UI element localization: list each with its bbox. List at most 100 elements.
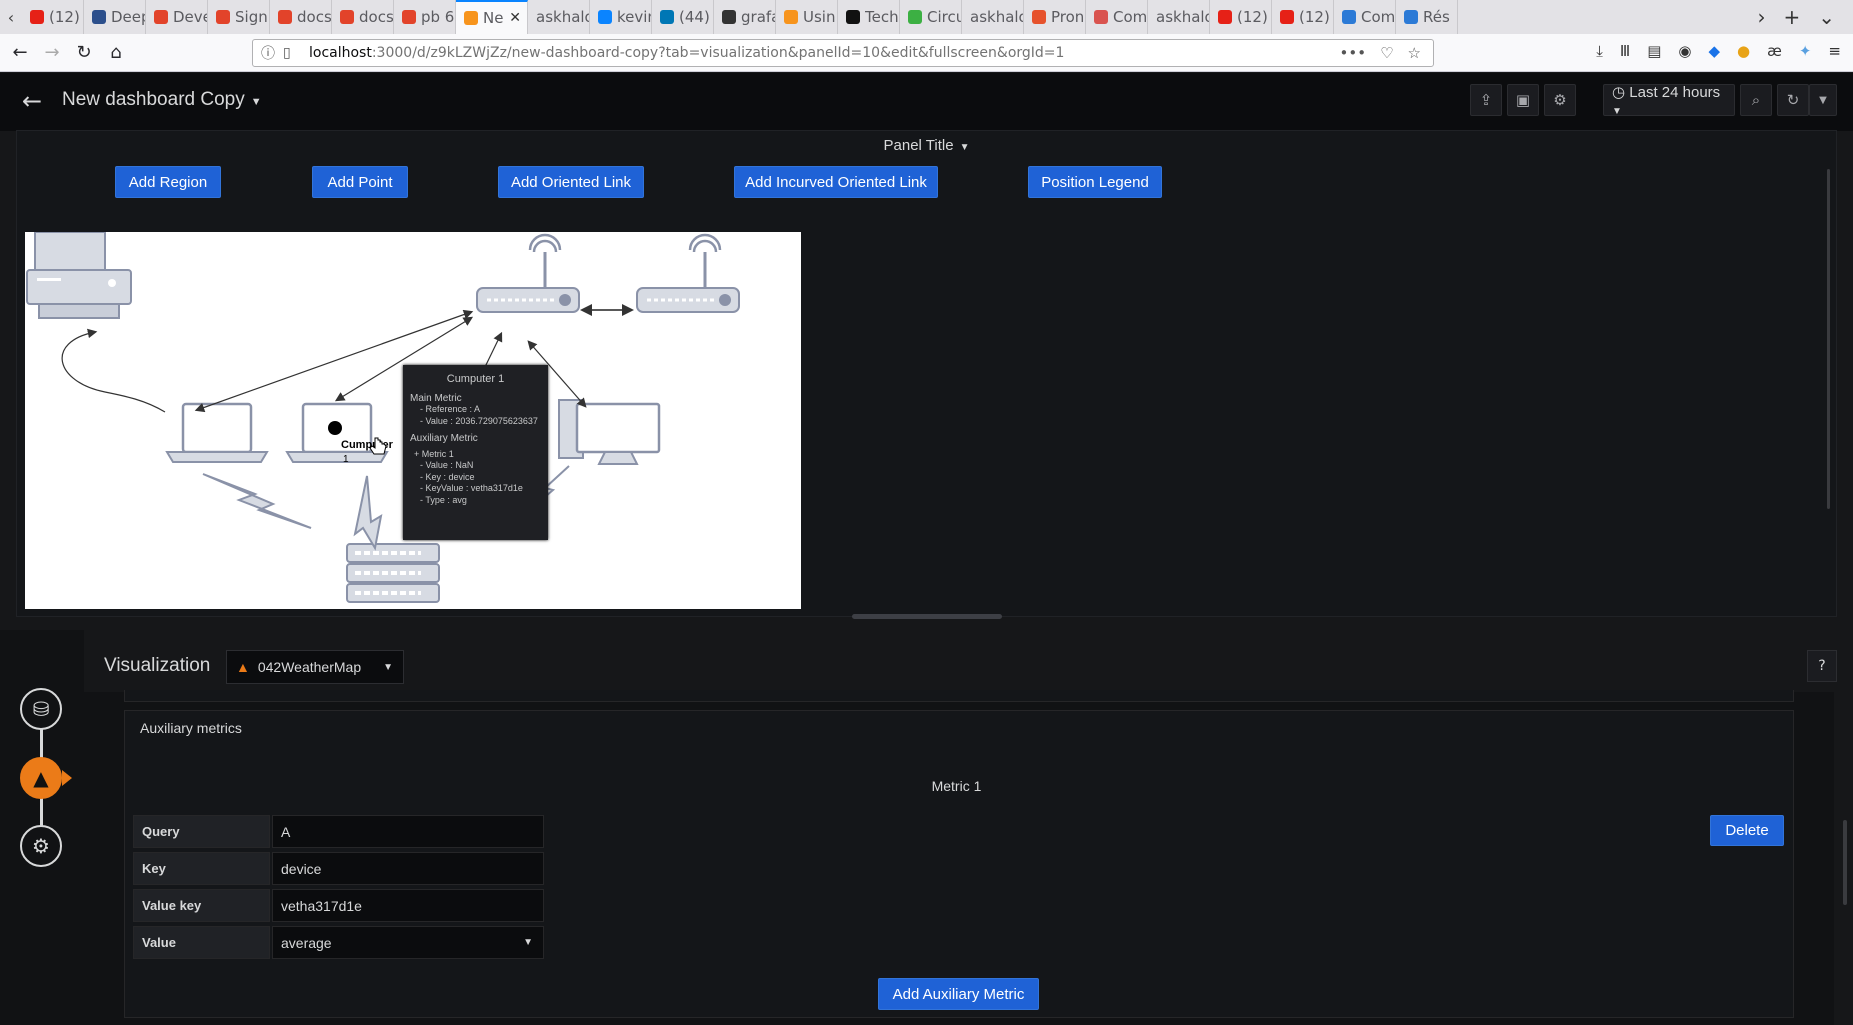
browser-tab[interactable]: askhalog <box>962 0 1024 34</box>
extension-icon[interactable]: ◆ <box>1708 42 1720 60</box>
add-auxiliary-metric-button[interactable]: Add Auxiliary Metric <box>878 978 1039 1010</box>
key-input[interactable]: device <box>272 852 544 885</box>
menu-icon[interactable]: ≡ <box>1828 42 1841 60</box>
database-icon[interactable]: ⛁ <box>20 688 62 730</box>
page-actions-icon[interactable]: ••• <box>1340 44 1367 62</box>
browser-tab[interactable]: kevin <box>590 0 652 34</box>
browser-tab[interactable]: Com <box>1334 0 1396 34</box>
map-node-label-line2: 1 <box>343 454 349 465</box>
query-input[interactable]: A <box>272 815 544 848</box>
printer-icon[interactable] <box>26 232 132 319</box>
browser-tab[interactable]: (44) <box>652 0 714 34</box>
browser-tab[interactable]: Tech <box>838 0 900 34</box>
browser-tab[interactable]: Usin <box>776 0 838 34</box>
time-range-picker[interactable]: ◷ Last 24 hours ▼ <box>1603 84 1735 117</box>
server-icon[interactable] <box>346 543 440 603</box>
add-incurved-oriented-link-button[interactable]: Add Incurved Oriented Link <box>734 166 938 198</box>
browser-tab[interactable]: docs <box>270 0 332 34</box>
link-server-router[interactable] <box>484 331 503 368</box>
home-icon[interactable]: ⌂ <box>100 42 132 63</box>
refresh-icon[interactable]: ↻ <box>1777 84 1809 116</box>
tab-label: grafa <box>741 8 775 26</box>
browser-tab[interactable]: (12) <box>22 0 84 34</box>
tab-scroll-right-icon[interactable]: › <box>1757 5 1765 29</box>
delete-button[interactable]: Delete <box>1710 815 1784 846</box>
browser-tab[interactable]: (12) <box>1272 0 1334 34</box>
settings-gear-icon[interactable]: ⚙ <box>1544 84 1576 116</box>
browser-tab[interactable]: grafa <box>714 0 776 34</box>
browser-tab[interactable]: Deep <box>84 0 146 34</box>
info-icon[interactable]: ⓘ <box>261 43 275 63</box>
desktop-icon[interactable] <box>558 399 661 465</box>
reload-icon[interactable]: ↻ <box>68 42 100 63</box>
new-tab-icon[interactable]: + <box>1783 5 1800 29</box>
panel-resize-handle[interactable] <box>852 614 1002 619</box>
panel-title[interactable]: Panel Title ▼ <box>17 137 1836 154</box>
pocket-icon[interactable]: ♡ <box>1380 44 1393 62</box>
add-region-button[interactable]: Add Region <box>115 166 221 198</box>
visualization-picker[interactable]: ▲ 042WeatherMap ▼ <box>226 650 404 684</box>
bookmark-star-icon[interactable]: ☆ <box>1408 44 1421 62</box>
url-bar[interactable]: ⓘ ▯ localhost:3000/d/z9kLZWjZz/new-dashb… <box>252 39 1434 67</box>
forward-icon[interactable]: → <box>36 42 68 63</box>
tab-label: Deve <box>173 8 207 26</box>
dashboard-title[interactable]: New dashboard Copy ▼ <box>62 89 262 111</box>
save-icon[interactable]: ▣ <box>1507 84 1539 116</box>
browser-tab[interactable]: Circu <box>900 0 962 34</box>
panel-scrollbar[interactable] <box>1827 169 1830 509</box>
router-icon-2[interactable] <box>636 233 740 313</box>
tab-favicon-icon <box>340 10 354 24</box>
lock-icon: ▯ <box>283 45 291 61</box>
help-button[interactable]: ? <box>1807 650 1837 682</box>
tab-favicon-icon <box>1404 10 1418 24</box>
library-icon[interactable]: Ⅲ <box>1620 42 1630 60</box>
value-key-input[interactable]: vetha317d1e <box>272 889 544 922</box>
editor-scrollbar[interactable] <box>1843 820 1847 905</box>
curved-link[interactable] <box>61 328 166 413</box>
download-icon[interactable]: ⤓ <box>1596 42 1603 60</box>
value-select[interactable]: average ▼ <box>272 926 544 959</box>
metric-heading: Metric 1 <box>931 778 982 794</box>
browser-tab[interactable]: (12) <box>1210 0 1272 34</box>
laptop-icon-1[interactable] <box>165 402 269 463</box>
back-arrow-icon[interactable]: ← <box>22 87 42 115</box>
sidebar-icon[interactable]: ▤ <box>1647 42 1661 60</box>
tab-scroll-left-icon[interactable]: ‹ <box>0 0 22 34</box>
browser-tab[interactable]: pb 6 <box>394 0 456 34</box>
browser-tab[interactable]: docs <box>332 0 394 34</box>
browser-tab[interactable]: Com <box>1086 0 1148 34</box>
url-path: :3000/d/z9kLZWjZz/new-dashboard-copy?tab… <box>371 45 1065 61</box>
general-settings-icon[interactable]: ⚙ <box>20 825 62 867</box>
weathermap-panel: Panel Title ▼ Add Region Add Point Add Or… <box>16 130 1837 617</box>
key-row: Key device <box>133 852 544 885</box>
extension-icon-3[interactable]: æ <box>1767 42 1782 60</box>
add-point-button[interactable]: Add Point <box>312 166 408 198</box>
tab-favicon-icon <box>1032 10 1046 24</box>
tooltip-aux-type: - Type : avg <box>420 494 467 505</box>
extension-icon-4[interactable]: ✦ <box>1799 42 1812 60</box>
query-row: Query A <box>133 815 544 848</box>
browser-tab[interactable]: Deve <box>146 0 208 34</box>
tab-favicon-icon <box>30 10 44 24</box>
extension-icon-2[interactable]: ● <box>1737 42 1750 60</box>
back-icon[interactable]: ← <box>4 42 36 63</box>
share-icon[interactable]: ⇪ <box>1470 84 1502 116</box>
tab-list-icon[interactable]: ⌄ <box>1818 5 1835 29</box>
browser-tab[interactable]: askhalog <box>1148 0 1210 34</box>
tab-close-icon[interactable]: ✕ <box>509 10 521 26</box>
browser-tab[interactable]: Pron <box>1024 0 1086 34</box>
refresh-interval-dropdown[interactable]: ▼ <box>1809 84 1837 116</box>
account-icon[interactable]: ◉ <box>1678 42 1691 60</box>
laptop-icon-2[interactable] <box>285 402 389 463</box>
zoom-out-icon[interactable]: ⌕ <box>1740 84 1772 116</box>
add-oriented-link-button[interactable]: Add Oriented Link <box>498 166 644 198</box>
tab-label: docs <box>359 8 393 26</box>
browser-tab[interactable]: Rés <box>1396 0 1458 34</box>
tab-label: (12) <box>49 8 80 26</box>
router-icon-1[interactable] <box>476 233 580 313</box>
browser-tab[interactable]: askhalog <box>528 0 590 34</box>
browser-tab[interactable]: Sign <box>208 0 270 34</box>
browser-tab[interactable]: Ne ✕ <box>456 0 528 34</box>
position-legend-button[interactable]: Position Legend <box>1028 166 1162 198</box>
visualization-label: Visualization <box>104 655 211 676</box>
